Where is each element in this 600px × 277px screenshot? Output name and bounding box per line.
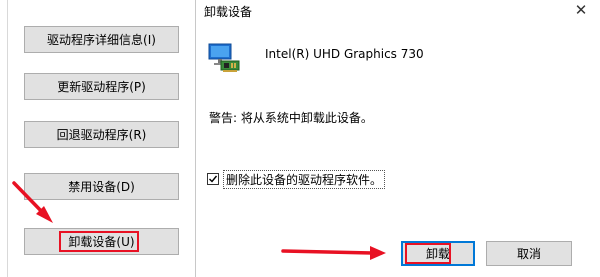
device-name: Intel(R) UHD Graphics 730 bbox=[265, 47, 424, 61]
uninstall-confirm-label: 卸载 bbox=[425, 247, 450, 261]
delete-driver-label[interactable]: 删除此设备的驱动程序软件。 bbox=[223, 170, 386, 189]
disable-device-label: 禁用设备(D) bbox=[68, 180, 135, 194]
pane-divider bbox=[7, 0, 8, 277]
close-icon[interactable]: ✕ bbox=[573, 1, 589, 19]
uninstall-device-button[interactable]: 卸载设备(U) bbox=[24, 228, 179, 255]
cancel-label: 取消 bbox=[516, 247, 541, 261]
display-adapter-icon bbox=[208, 43, 240, 72]
update-driver-button[interactable]: 更新驱动程序(P) bbox=[24, 73, 179, 100]
properties-pane: 驱动程序详细信息(I) 更新驱动程序(P) 回退驱动程序(R) 禁用设备(D) … bbox=[0, 0, 198, 277]
uninstall-dialog: 卸载设备 ✕ Intel(R) UHD Graphics 730 警告: 将从系… bbox=[195, 0, 600, 277]
uninstall-confirm-button[interactable]: 卸载 bbox=[401, 241, 475, 266]
driver-details-label: 驱动程序详细信息(I) bbox=[47, 33, 156, 47]
update-driver-label: 更新驱动程序(P) bbox=[57, 80, 146, 94]
disable-device-button[interactable]: 禁用设备(D) bbox=[24, 173, 179, 200]
rollback-driver-button[interactable]: 回退驱动程序(R) bbox=[24, 121, 179, 148]
cancel-button[interactable]: 取消 bbox=[486, 241, 572, 266]
rollback-driver-label: 回退驱动程序(R) bbox=[56, 128, 147, 142]
warning-text: 警告: 将从系统中卸载此设备。 bbox=[209, 111, 373, 125]
delete-driver-checkbox[interactable] bbox=[207, 173, 219, 185]
checkmark-icon bbox=[209, 175, 218, 183]
uninstall-device-label: 卸载设备(U) bbox=[68, 235, 135, 249]
driver-details-button[interactable]: 驱动程序详细信息(I) bbox=[24, 26, 179, 53]
dialog-title: 卸载设备 bbox=[204, 5, 253, 19]
